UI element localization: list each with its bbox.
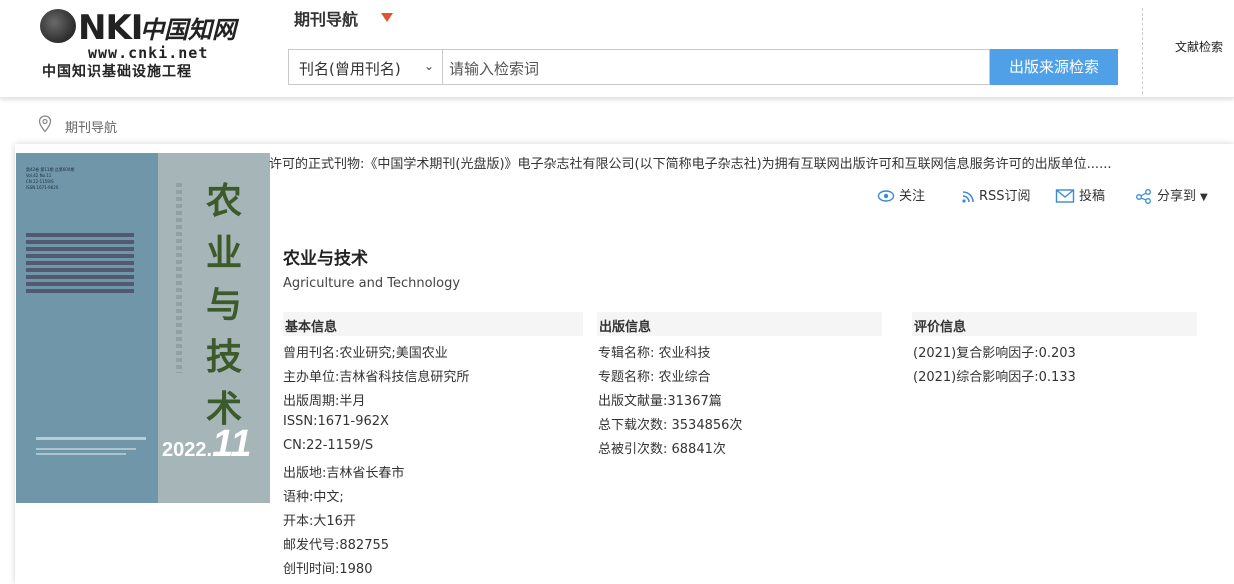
breadcrumb-item[interactable]: 期刊导航	[65, 117, 117, 136]
journal-title-en: Agriculture and Technology	[283, 276, 461, 291]
submit-button[interactable]: 投稿	[1055, 185, 1105, 204]
cover-title-char: 业	[205, 232, 242, 274]
cover-bullets	[26, 233, 146, 296]
cover-bullet	[26, 233, 134, 237]
rss-button[interactable]: RSS订阅	[961, 185, 1031, 204]
doc-search-link[interactable]: 文献检索	[1175, 38, 1223, 55]
cover-bullet	[26, 289, 134, 293]
info-row: 专题名称: 农业综合	[598, 370, 711, 385]
journal-nav-title[interactable]: 期刊导航	[294, 6, 358, 30]
journal-title: 农业与技术	[283, 249, 368, 269]
header: NKI 中国知网 www.cnki.net 中国知识基础设施工程 期刊导航 刊名…	[0, 0, 1234, 98]
publisher-notice: 许可的正式刊物:《中国学术期刊(光盘版)》电子杂志社有限公司(以下简称电子杂志社…	[269, 157, 1112, 172]
logo-url: www.cnki.net	[88, 44, 209, 62]
cover-bullet	[26, 261, 134, 265]
info-row: 专辑名称: 农业科技	[598, 346, 711, 361]
eval-info-heading: 评价信息	[912, 312, 1197, 336]
eye-icon	[877, 190, 895, 202]
cover-bullet	[26, 254, 134, 258]
logo-globe-icon	[40, 9, 76, 43]
basic-info-heading: 基本信息	[283, 312, 583, 336]
info-row: 总下载次数: 3534856次	[598, 418, 743, 433]
cover-title-char: 与	[205, 284, 242, 326]
search-input[interactable]: 请输入检索词	[443, 49, 990, 85]
info-row: ISSN:1671-962X	[283, 414, 389, 429]
cover-bullet	[26, 268, 134, 272]
info-row: 曾用刊名:农业研究;美国农业	[283, 346, 448, 361]
follow-label: 关注	[899, 189, 926, 204]
rss-label: RSS订阅	[979, 189, 1031, 204]
cover-issue: 2022.11	[162, 423, 252, 466]
info-row: CN:22-1159/S	[283, 438, 374, 453]
info-row: 总被引次数: 68841次	[598, 442, 726, 457]
cover-bullet	[26, 247, 134, 251]
cover-issue-no: 11	[212, 423, 252, 465]
cover-title-char: 技	[205, 336, 242, 378]
location-pin-icon	[38, 115, 52, 133]
cover-header-lines: 第42卷 第11期 总第600期 Vol.42 No.11 CN 22-1159…	[26, 167, 146, 191]
search-field-select[interactable]: 刊名(曾用刊名) ⌄	[288, 49, 443, 85]
info-row: 出版周期:半月	[283, 394, 366, 409]
search-field-select-value: 刊名(曾用刊名)	[299, 60, 401, 78]
chevron-down-icon: ⌄	[423, 59, 434, 73]
logo-zh: 中国知网	[140, 15, 236, 44]
pub-info-heading: 出版信息	[597, 312, 882, 336]
share-icon	[1136, 189, 1151, 204]
cover-year: 2022.	[162, 439, 213, 461]
basic-info-list: 曾用刊名:农业研究;美国农业 主办单位:吉林省科技信息研究所 出版周期:半月 I…	[283, 342, 469, 582]
pub-info-list: 专辑名称: 农业科技 专题名称: 农业综合 出版文献量:31367篇 总下载次数…	[598, 342, 742, 462]
share-dropdown-icon: ▼	[1200, 192, 1208, 203]
share-label: 分享到	[1157, 189, 1197, 204]
logo-brand: NKI	[40, 8, 143, 48]
info-row: 开本:大16开	[283, 514, 356, 529]
share-button[interactable]: 分享到 ▼	[1135, 185, 1208, 204]
submit-label: 投稿	[1079, 189, 1106, 204]
logo-subtitle: 中国知识基础设施工程	[42, 64, 192, 80]
info-row: 出版地:吉林省长春市	[283, 466, 405, 481]
dropdown-arrow-icon[interactable]	[381, 13, 393, 22]
info-row: 语种:中文;	[283, 490, 344, 505]
info-row: 出版文献量:31367篇	[598, 394, 722, 409]
cover-bullet	[26, 275, 134, 279]
journal-cover-image: 第42卷 第11期 总第600期 Vol.42 No.11 CN 22-1159…	[16, 153, 270, 503]
cover-line: ISSN 1671-962X	[26, 185, 59, 190]
cnki-logo[interactable]: NKI 中国知网 www.cnki.net 中国知识基础设施工程	[40, 8, 240, 80]
cover-title-char: 农	[205, 180, 242, 222]
info-row: (2021)综合影响因子:0.133	[913, 370, 1076, 385]
info-row: 主办单位:吉林省科技信息研究所	[283, 370, 470, 385]
follow-button[interactable]: 关注	[877, 185, 925, 204]
source-search-button[interactable]: 出版来源检索	[990, 49, 1118, 85]
cover-bullet	[26, 240, 134, 244]
cover-title: 农 业 与 技 术	[204, 175, 244, 435]
cover-en-vertical	[172, 183, 186, 383]
cover-bullet	[26, 282, 134, 286]
rss-icon	[962, 191, 974, 203]
eval-info-list: (2021)复合影响因子:0.203 (2021)综合影响因子:0.133	[913, 342, 1076, 390]
cover-publisher-lines	[36, 437, 146, 455]
info-row: 创刊时间:1980	[283, 562, 373, 577]
mail-icon	[1055, 189, 1075, 203]
journal-card: 第42卷 第11期 总第600期 Vol.42 No.11 CN 22-1159…	[15, 144, 1234, 584]
header-divider	[1142, 8, 1143, 94]
info-row: 邮发代号:882755	[283, 538, 390, 553]
info-row: (2021)复合影响因子:0.203	[913, 346, 1076, 361]
